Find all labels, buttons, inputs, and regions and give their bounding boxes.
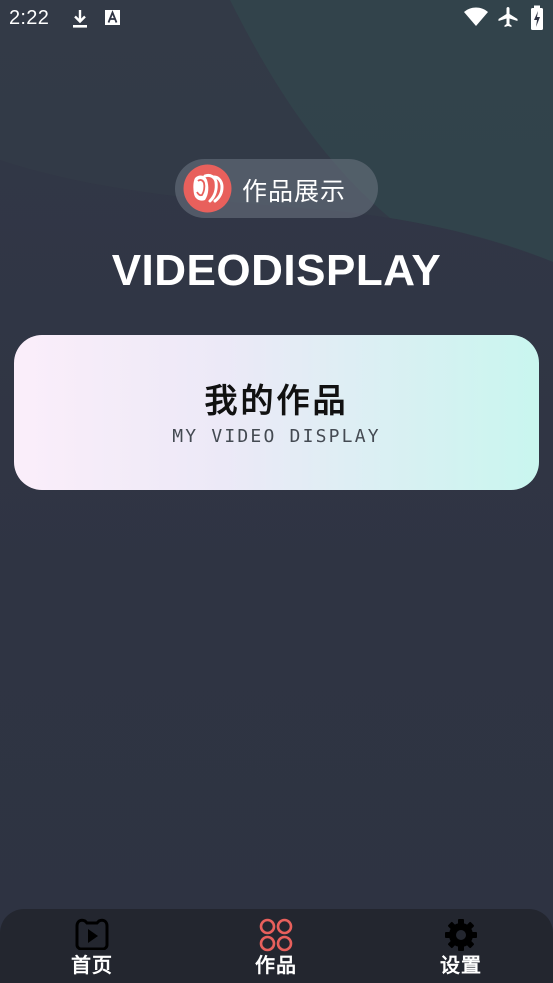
wifi-icon (464, 7, 488, 26)
video-play-icon (75, 918, 109, 950)
card-subtitle: MY VIDEO DISPLAY (172, 426, 381, 447)
download-icon (73, 10, 87, 28)
my-works-card[interactable]: 我的作品 MY VIDEO DISPLAY (14, 335, 539, 490)
nav-item-home[interactable]: 首页 (0, 909, 184, 983)
card-title: 我的作品 (204, 381, 349, 420)
text-a-icon (105, 10, 120, 25)
status-time: 2:22 (9, 7, 50, 29)
status-bar: 2:22 (0, 0, 553, 38)
nav-item-settings[interactable]: 设置 (369, 909, 553, 983)
nav-label-settings: 设置 (440, 953, 482, 977)
airplane-icon (498, 7, 518, 27)
nav-label-home: 首页 (71, 953, 113, 977)
nav-label-works: 作品 (255, 953, 297, 977)
bottom-nav: 首页 作品 设置 (0, 909, 553, 983)
background-sweep (0, 0, 553, 262)
gear-icon (445, 919, 477, 951)
app-logo-icon (183, 164, 232, 213)
nav-item-works[interactable]: 作品 (184, 909, 368, 983)
app-badge-label: 作品展示 (242, 177, 347, 206)
grid-circles-icon (259, 918, 293, 952)
page-title: VIDEODISPLAY (111, 246, 442, 295)
app-screen: 2:22 作品展示 VIDEODISPLAY 我的作品 MY VIDEO DIS… (0, 0, 553, 983)
app-badge: 作品展示 (175, 159, 378, 218)
battery-charging-icon (531, 5, 543, 30)
